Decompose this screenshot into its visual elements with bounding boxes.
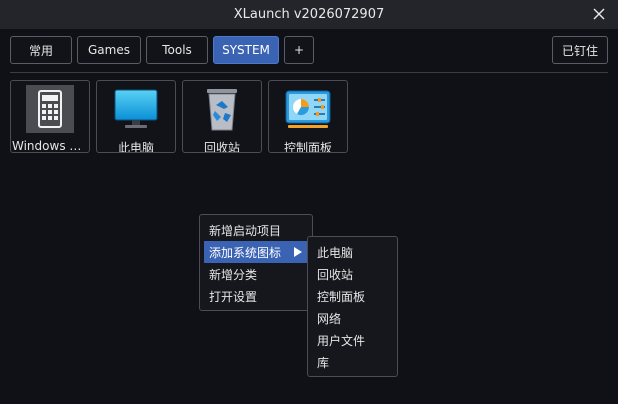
- tile-label: 此电脑: [117, 141, 154, 152]
- tile-windows-calculator[interactable]: Windows C...: [10, 80, 90, 153]
- window-title: XLaunch v2026072907: [233, 7, 385, 22]
- control-panel-icon: [283, 85, 333, 133]
- tab-common[interactable]: 常用: [10, 36, 72, 64]
- context-menu: 新增启动项目 添加系统图标 新增分类 打开设置: [199, 214, 313, 311]
- tile-label: 控制面板: [283, 141, 332, 152]
- tile-control-panel[interactable]: 控制面板: [268, 80, 348, 153]
- submenu-item-control-panel[interactable]: 控制面板: [312, 285, 393, 307]
- tab-tools[interactable]: Tools: [146, 36, 208, 64]
- menu-item-new-category[interactable]: 新增分类: [204, 263, 308, 285]
- submenu-arrow-icon: [294, 247, 302, 257]
- submenu-item-libraries[interactable]: 库: [312, 351, 393, 373]
- app-window: XLaunch v2026072907 常用 Games Tools SYSTE…: [0, 0, 618, 404]
- pin-button[interactable]: 已钉住: [551, 36, 608, 64]
- menu-item-label: 添加系统图标: [209, 245, 282, 260]
- menu-item-open-settings[interactable]: 打开设置: [204, 285, 308, 307]
- submenu-item-user-files[interactable]: 用户文件: [312, 329, 393, 351]
- tile-label: Windows C...: [12, 139, 88, 152]
- recycle-bin-icon: [197, 85, 247, 133]
- system-icon-submenu: 此电脑 回收站 控制面板 网络 用户文件 库: [307, 236, 398, 377]
- add-tab-button[interactable]: +: [284, 36, 314, 64]
- monitor-icon: [111, 85, 161, 133]
- submenu-item-network[interactable]: 网络: [312, 307, 393, 329]
- submenu-item-this-pc[interactable]: 此电脑: [312, 241, 393, 263]
- tab-games[interactable]: Games: [77, 36, 141, 64]
- tile-recycle-bin[interactable]: 回收站: [182, 80, 262, 153]
- calculator-icon: [25, 85, 75, 133]
- tab-system[interactable]: SYSTEM: [213, 36, 279, 64]
- divider: [10, 72, 608, 73]
- close-button[interactable]: [588, 4, 610, 24]
- title-bar[interactable]: XLaunch v2026072907: [0, 0, 618, 29]
- submenu-item-recycle-bin[interactable]: 回收站: [312, 263, 393, 285]
- close-icon: [593, 8, 605, 20]
- tile-label: 回收站: [203, 141, 240, 152]
- tile-this-pc[interactable]: 此电脑: [96, 80, 176, 153]
- menu-item-add-system-icon[interactable]: 添加系统图标: [204, 241, 308, 263]
- category-tabs: 常用 Games Tools SYSTEM +: [10, 36, 319, 64]
- menu-item-new-launch-item[interactable]: 新增启动项目: [204, 219, 308, 241]
